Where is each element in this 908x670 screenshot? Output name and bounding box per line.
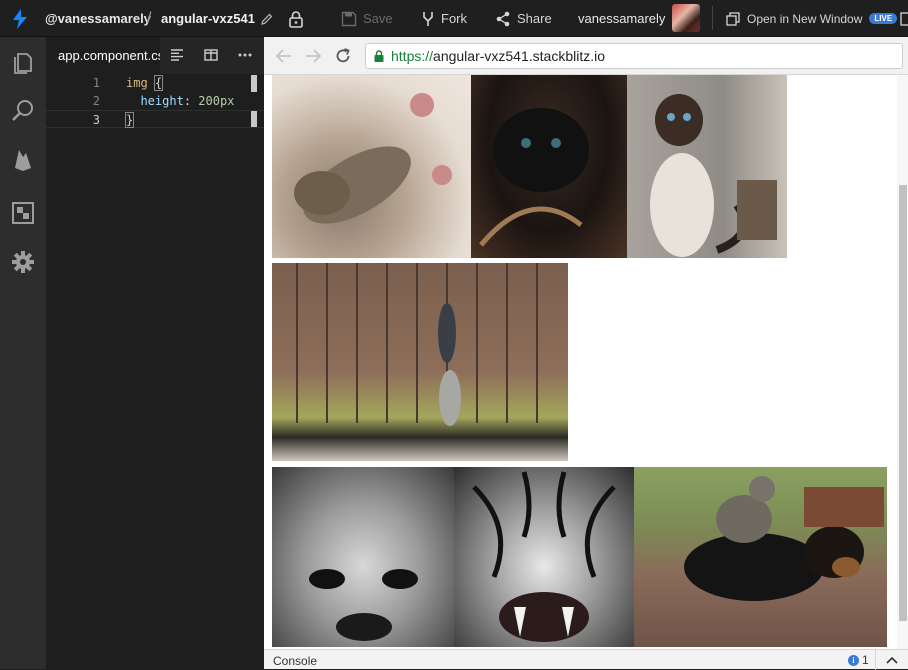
- search-icon[interactable]: [8, 96, 38, 126]
- console-message-count[interactable]: i 1: [848, 653, 869, 667]
- cats-climbing-fence-image: [272, 263, 568, 461]
- secure-lock-icon: [374, 50, 384, 62]
- preview-pane: https://angular-vxz541.stackblitz.io Con…: [264, 37, 908, 670]
- siamese-cat-image: [627, 75, 787, 258]
- line-number: 3: [92, 113, 100, 127]
- save-icon: [341, 11, 357, 26]
- grayscale-kitten-image: [272, 467, 454, 647]
- console-label[interactable]: Console: [273, 654, 317, 668]
- save-label: Save: [363, 11, 393, 26]
- toolbar-divider: [712, 6, 713, 30]
- console-panel: Console i 1: [264, 649, 908, 670]
- css-property: height: [140, 94, 184, 108]
- save-button[interactable]: Save: [341, 0, 393, 37]
- css-brace: {: [153, 75, 164, 91]
- console-expand-button[interactable]: [875, 650, 908, 670]
- open-new-window-label: Open in New Window: [747, 11, 863, 26]
- scrollbar-thumb[interactable]: [899, 185, 907, 621]
- share-button[interactable]: Share: [495, 0, 552, 37]
- stackblitz-logo-icon[interactable]: [8, 0, 32, 37]
- extensions-icon[interactable]: [8, 198, 38, 228]
- css-brace: }: [124, 112, 135, 128]
- tab-app-component-css[interactable]: app.component.css: [46, 37, 160, 74]
- more-actions-icon[interactable]: [235, 45, 255, 65]
- css-value: 200px: [198, 94, 235, 108]
- username-label[interactable]: vanessamarely: [578, 0, 665, 37]
- avatar[interactable]: [672, 4, 700, 32]
- files-icon[interactable]: [8, 47, 38, 77]
- info-icon: i: [848, 654, 859, 666]
- format-code-icon[interactable]: [167, 45, 187, 65]
- chevron-up-icon: [886, 656, 898, 664]
- share-icon: [496, 11, 510, 26]
- line-number: 2: [92, 94, 100, 108]
- fork-button[interactable]: Fork: [421, 0, 467, 37]
- url-host: angular-vxz541.stackblitz.io: [433, 48, 606, 64]
- cat-riding-dog-image: [634, 467, 887, 647]
- user-link[interactable]: @vanessamarely: [45, 0, 151, 37]
- lock-icon[interactable]: [288, 0, 304, 37]
- code-line[interactable]: 2 height: 200px: [46, 92, 264, 110]
- kitten-playing-image: [272, 75, 471, 258]
- forward-icon[interactable]: [302, 45, 324, 67]
- css-selector: img: [126, 76, 148, 90]
- url-input[interactable]: https://angular-vxz541.stackblitz.io: [365, 43, 903, 69]
- open-new-window-button[interactable]: Open in New Window LIVE: [726, 0, 898, 37]
- page-content: [264, 75, 908, 649]
- code-line[interactable]: 1 img {: [46, 74, 264, 92]
- activity-bar: [0, 37, 46, 669]
- top-bar: @vanessamarely / angular-vxz541 Save For…: [0, 0, 908, 37]
- back-icon[interactable]: [273, 45, 295, 67]
- url-scheme: https://: [391, 48, 434, 64]
- split-editor-icon[interactable]: [201, 45, 221, 65]
- line-number: 1: [92, 76, 100, 90]
- tab-label: app.component.css: [58, 48, 160, 63]
- edit-name-icon[interactable]: [260, 0, 274, 37]
- preview-scrollbar[interactable]: [897, 75, 908, 649]
- code-editor: app.component.css 1 img { 2 height: 200p…: [46, 37, 264, 669]
- layout-icon[interactable]: [900, 0, 908, 37]
- live-badge: LIVE: [869, 13, 898, 24]
- browser-toolbar: https://angular-vxz541.stackblitz.io: [264, 37, 908, 75]
- firebase-icon[interactable]: [8, 145, 38, 175]
- black-kitten-image: [471, 75, 627, 258]
- editor-tab-bar: app.component.css: [46, 37, 264, 74]
- settings-icon[interactable]: [8, 247, 38, 277]
- fork-icon: [423, 11, 433, 26]
- new-window-icon: [726, 11, 740, 26]
- refresh-icon[interactable]: [332, 45, 354, 67]
- code-line-current[interactable]: 3 }: [46, 110, 264, 128]
- tiger-face-image: [454, 467, 634, 647]
- project-name[interactable]: angular-vxz541: [161, 0, 255, 37]
- console-count-value: 1: [862, 653, 869, 667]
- breadcrumb-separator: /: [147, 9, 152, 27]
- fork-label: Fork: [441, 11, 467, 26]
- code-lines[interactable]: 1 img { 2 height: 200px 3 }: [46, 74, 264, 128]
- share-label: Share: [517, 11, 552, 26]
